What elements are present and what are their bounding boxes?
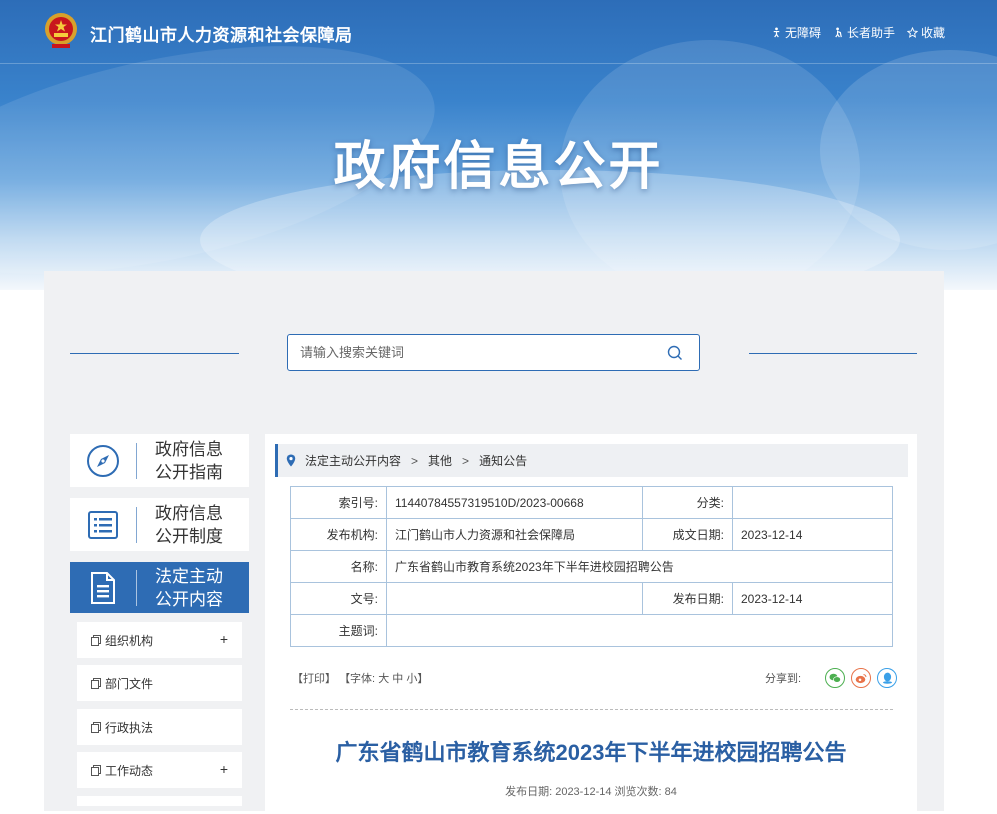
card-separator: [136, 506, 137, 543]
font-large-button[interactable]: 大: [378, 673, 389, 685]
wechat-icon: [829, 673, 841, 683]
share-bar: 分享到:: [765, 668, 898, 688]
font-size-prefix: 【字体:: [339, 673, 376, 685]
breadcrumb: 法定主动公开内容 > 其他 > 通知公告: [275, 444, 908, 477]
index-label: 索引号:: [290, 486, 387, 519]
elderly-icon: [835, 27, 842, 38]
search-input[interactable]: [288, 335, 648, 370]
accessibility-label: 无障碍: [784, 26, 821, 40]
article-tools: 【打印】 【字体: 大 中 小】: [292, 670, 428, 686]
publish-date-label: 发布日期:: [642, 582, 733, 615]
created-date-label: 成文日期:: [642, 518, 733, 551]
font-small-button[interactable]: 小: [406, 673, 417, 685]
accessibility-link[interactable]: 无障碍: [771, 24, 821, 41]
top-bar: 江门鹤山市人力资源和社会保障局 无障碍 长者助手 收藏: [0, 0, 997, 64]
document-small-icon: [91, 764, 101, 776]
sidebar-item-work-news[interactable]: 工作动态 +: [77, 752, 242, 788]
article-title: 广东省鹤山市教育系统2023年下半年进校园招聘公告: [335, 740, 847, 765]
sidebar-item-label: 工作动态: [105, 763, 154, 778]
card-label-line2: 公开指南: [155, 462, 223, 482]
sidebar-item-label: 行政执法: [105, 720, 154, 735]
weibo-icon: [855, 673, 867, 683]
document-icon: [91, 571, 115, 604]
search-bar: [287, 334, 700, 371]
sidebar-card-label: 政府信息 公开制度: [137, 502, 249, 548]
elderly-assistant-label: 长者助手: [846, 26, 895, 40]
document-small-icon: [91, 721, 101, 733]
document-meta-table: 索引号: 11440784557319510D/2023-00668 分类: 发…: [290, 486, 893, 647]
star-icon: [906, 27, 918, 38]
chevron-right-icon: >: [462, 453, 470, 468]
category-value: [732, 486, 893, 519]
top-links: 无障碍 长者助手 收藏: [771, 24, 945, 41]
qq-share-button[interactable]: [877, 668, 898, 688]
sidebar-card-disclosure-guide[interactable]: 政府信息 公开指南: [70, 434, 249, 487]
sidebar-item-law-enforcement[interactable]: 行政执法: [77, 709, 242, 745]
document-small-icon: [91, 634, 101, 646]
sidebar-item-organization[interactable]: 组织机构 +: [77, 622, 242, 658]
site-title[interactable]: 江门鹤山市人力资源和社会保障局: [90, 21, 353, 46]
article-meta: 发布日期: 2023-12-14 浏览次数: 84: [505, 786, 677, 798]
sidebar-card-label: 法定主动 公开内容: [137, 565, 249, 611]
breadcrumb-item[interactable]: 其他: [428, 452, 452, 469]
docno-label: 文号:: [290, 582, 387, 615]
card-label-line1: 法定主动: [155, 566, 223, 586]
font-size-suffix: 】: [417, 673, 429, 685]
breadcrumb-item[interactable]: 通知公告: [479, 452, 527, 469]
content-divider: [290, 709, 893, 710]
chevron-right-icon: >: [411, 453, 419, 468]
header-banner: 江门鹤山市人力资源和社会保障局 无障碍 长者助手 收藏 政府信息公开: [0, 0, 997, 290]
weibo-share-button[interactable]: [851, 668, 872, 688]
card-separator: [136, 569, 137, 606]
card-label-line1: 政府信息: [155, 503, 223, 523]
sidebar-item-department-docs[interactable]: 部门文件: [77, 665, 242, 701]
index-value: 11440784557319510D/2023-00668: [386, 486, 643, 519]
compass-icon: [87, 444, 119, 477]
qq-icon: [882, 672, 892, 684]
font-medium-button[interactable]: 中: [392, 673, 403, 685]
favorite-link[interactable]: 收藏: [906, 24, 945, 41]
document-small-icon: [91, 677, 101, 689]
location-pin-icon: [286, 454, 296, 467]
name-label: 名称:: [290, 550, 387, 583]
list-icon: [88, 510, 118, 539]
hero-title: 政府信息公开: [333, 138, 664, 196]
wechat-share-button[interactable]: [825, 668, 846, 688]
expand-icon[interactable]: +: [220, 761, 228, 777]
card-label-line2: 公开制度: [155, 526, 223, 546]
subject-value: [386, 614, 893, 647]
sidebar-item-label: 组织机构: [105, 633, 154, 648]
created-date-value: 2023-12-14: [732, 518, 893, 551]
national-emblem-icon: [45, 13, 77, 48]
publisher-value: 江门鹤山市人力资源和社会保障局: [386, 518, 643, 551]
expand-icon[interactable]: +: [220, 631, 228, 647]
sidebar-card-label: 政府信息 公开指南: [137, 438, 249, 484]
favorite-label: 收藏: [920, 26, 945, 40]
search-divider-left: [70, 353, 239, 354]
subject-label: 主题词:: [290, 614, 387, 647]
print-button[interactable]: 【打印】: [292, 673, 336, 685]
publisher-label: 发布机构:: [290, 518, 387, 551]
share-label: 分享到:: [765, 673, 802, 685]
accessibility-icon: [773, 27, 780, 38]
search-divider-right: [749, 353, 917, 354]
sidebar-card-statutory-content[interactable]: 法定主动 公开内容: [70, 562, 249, 613]
sidebar-item-label: 部门文件: [105, 676, 154, 691]
category-label: 分类:: [642, 486, 733, 519]
search-icon[interactable]: [667, 345, 683, 361]
sidebar-card-disclosure-system[interactable]: 政府信息 公开制度: [70, 498, 249, 551]
sidebar-item-partial[interactable]: [77, 796, 242, 806]
docno-value: [386, 582, 643, 615]
card-separator: [136, 442, 137, 479]
publish-date-value: 2023-12-14: [732, 582, 893, 615]
card-label-line2: 公开内容: [155, 589, 223, 609]
card-label-line1: 政府信息: [155, 439, 223, 459]
breadcrumb-item[interactable]: 法定主动公开内容: [305, 452, 401, 469]
elderly-assistant-link[interactable]: 长者助手: [833, 24, 895, 41]
name-value: 广东省鹤山市教育系统2023年下半年进校园招聘公告: [386, 550, 893, 583]
